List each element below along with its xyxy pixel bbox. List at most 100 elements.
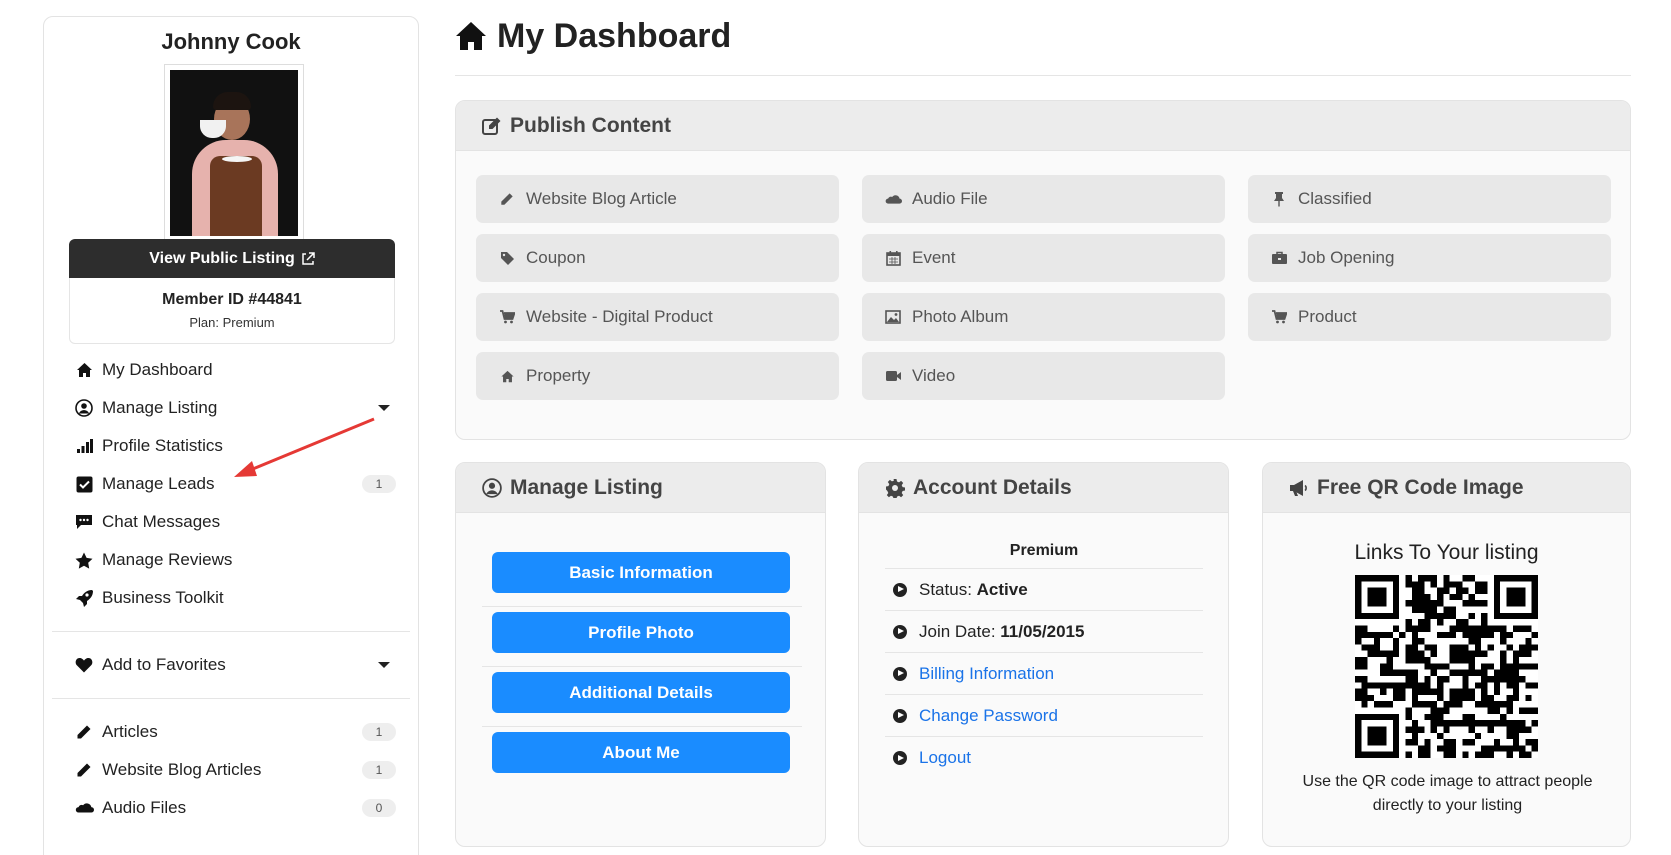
- cloud-icon: [74, 798, 94, 818]
- play-circle-icon: [893, 624, 907, 639]
- account-plan: Premium: [885, 533, 1203, 569]
- publish-website-digital-product-button[interactable]: Website - Digital Product: [476, 293, 839, 341]
- billing-information-link[interactable]: Billing Information: [919, 664, 1054, 684]
- blog-articles-count-badge: 1: [362, 761, 396, 779]
- account-join-date-value: 11/05/2015: [1000, 621, 1085, 641]
- articles-count-badge: 1: [362, 723, 396, 741]
- billing-information-row: Billing Information: [885, 653, 1203, 695]
- tag-icon: [498, 251, 516, 266]
- publish-job-opening-button[interactable]: Job Opening: [1248, 234, 1611, 282]
- sidebar-nav: My Dashboard Manage Listing Profile Stat…: [44, 351, 418, 827]
- member-plan: Plan: Premium: [189, 315, 275, 330]
- publish-event-button[interactable]: Event: [862, 234, 1225, 282]
- qr-code-panel: Free QR Code Image Links To Your listing…: [1262, 462, 1631, 847]
- sidebar-item-business-toolkit[interactable]: Business Toolkit: [44, 579, 418, 617]
- heart-icon: [74, 655, 94, 675]
- list-item: Profile Photo: [482, 607, 802, 667]
- picture-icon: [884, 310, 902, 324]
- manage-listing-header: Manage Listing: [456, 463, 825, 513]
- star-icon: [74, 550, 94, 570]
- sidebar-item-manage-leads[interactable]: Manage Leads 1: [44, 465, 418, 503]
- user-circle-icon: [74, 398, 94, 418]
- profile-photo-button[interactable]: Profile Photo: [492, 612, 790, 653]
- sidebar-item-manage-reviews[interactable]: Manage Reviews: [44, 541, 418, 579]
- basic-information-button[interactable]: Basic Information: [492, 552, 790, 593]
- sidebar-item-audio-files[interactable]: Audio Files 0: [44, 789, 418, 827]
- publish-audio-file-button[interactable]: Audio File: [862, 175, 1225, 223]
- user-name: Johnny Cook: [161, 29, 301, 54]
- qr-code-image[interactable]: [1355, 575, 1538, 758]
- account-status-row: Status: Active: [885, 569, 1203, 611]
- publish-content-header: Publish Content: [456, 101, 1630, 151]
- member-id: Member ID #44841: [162, 291, 302, 308]
- qr-heading: Links To Your listing: [1354, 541, 1539, 564]
- publish-property-button[interactable]: Property: [476, 352, 839, 400]
- publish-video-button[interactable]: Video: [862, 352, 1225, 400]
- sidebar-divider: [52, 698, 410, 699]
- leads-count-badge: 1: [362, 475, 396, 493]
- pencil-icon: [498, 192, 516, 206]
- publish-website-blog-article-button[interactable]: Website Blog Article: [476, 175, 839, 223]
- title-divider: [455, 75, 1631, 76]
- change-password-row: Change Password: [885, 695, 1203, 737]
- cloud-icon: [884, 194, 902, 205]
- list-item: About Me: [482, 727, 802, 787]
- change-password-link[interactable]: Change Password: [919, 706, 1058, 726]
- logout-link[interactable]: Logout: [919, 748, 971, 768]
- manage-listing-list: Basic Information Profile Photo Addition…: [482, 547, 802, 787]
- list-item: Additional Details: [482, 667, 802, 727]
- logout-row: Logout: [885, 737, 1203, 779]
- chat-icon: [74, 512, 94, 532]
- briefcase-icon: [1270, 251, 1288, 265]
- pencil-icon: [74, 722, 94, 742]
- member-info: Member ID #44841 Plan: Premium: [69, 278, 395, 344]
- about-me-button[interactable]: About Me: [492, 732, 790, 773]
- sidebar-divider: [52, 631, 410, 632]
- publish-product-button[interactable]: Product: [1248, 293, 1611, 341]
- account-details-panel: Account Details Premium Status: Active J…: [858, 462, 1229, 847]
- page-title: My Dashboard: [455, 16, 731, 56]
- qr-caption: Use the QR code image to attract people …: [1302, 773, 1593, 814]
- manage-listing-panel: Manage Listing Basic Information Profile…: [455, 462, 826, 847]
- additional-details-button[interactable]: Additional Details: [492, 672, 790, 713]
- video-camera-icon: [884, 370, 902, 382]
- sidebar-item-my-dashboard[interactable]: My Dashboard: [44, 351, 418, 389]
- user-circle-icon: [482, 477, 502, 498]
- sidebar-item-profile-statistics[interactable]: Profile Statistics: [44, 427, 418, 465]
- megaphone-icon: [1290, 479, 1307, 496]
- pushpin-icon: [1270, 191, 1288, 207]
- qr-code-header: Free QR Code Image: [1263, 463, 1630, 513]
- bar-chart-icon: [74, 436, 94, 456]
- sidebar-item-chat-messages[interactable]: Chat Messages: [44, 503, 418, 541]
- audio-files-count-badge: 0: [362, 799, 396, 817]
- play-circle-icon: [893, 708, 907, 723]
- home-icon: [456, 22, 486, 50]
- play-circle-icon: [893, 751, 907, 765]
- avatar: [164, 64, 304, 242]
- edit-icon: [482, 117, 501, 135]
- chevron-down-icon[interactable]: [378, 662, 390, 668]
- view-public-listing-button[interactable]: View Public Listing: [69, 239, 395, 278]
- sidebar-item-manage-listing[interactable]: Manage Listing: [44, 389, 418, 427]
- account-join-date-row: Join Date: 11/05/2015: [885, 611, 1203, 653]
- account-details-list: Premium Status: Active Join Date: 11/05/…: [885, 533, 1203, 779]
- view-public-listing-label: View Public Listing: [149, 249, 295, 267]
- page-title-text: My Dashboard: [497, 16, 732, 55]
- chevron-down-icon[interactable]: [378, 405, 390, 411]
- sidebar-item-articles[interactable]: Articles 1: [44, 713, 418, 751]
- check-square-icon: [74, 474, 94, 494]
- pencil-icon: [74, 760, 94, 780]
- account-details-header: Account Details: [859, 463, 1228, 513]
- publish-grid: Website Blog Article Audio File Classifi…: [476, 175, 1612, 400]
- gear-icon: [886, 478, 905, 498]
- cart-icon: [1270, 310, 1288, 324]
- play-circle-icon: [893, 666, 907, 681]
- publish-classified-button[interactable]: Classified: [1248, 175, 1611, 223]
- publish-photo-album-button[interactable]: Photo Album: [862, 293, 1225, 341]
- account-status-value: Active: [976, 579, 1028, 599]
- sidebar-item-website-blog-articles[interactable]: Website Blog Articles 1: [44, 751, 418, 789]
- calendar-icon: [884, 250, 902, 266]
- publish-coupon-button[interactable]: Coupon: [476, 234, 839, 282]
- sidebar-item-add-to-favorites[interactable]: Add to Favorites: [44, 646, 418, 684]
- rocket-icon: [74, 588, 94, 608]
